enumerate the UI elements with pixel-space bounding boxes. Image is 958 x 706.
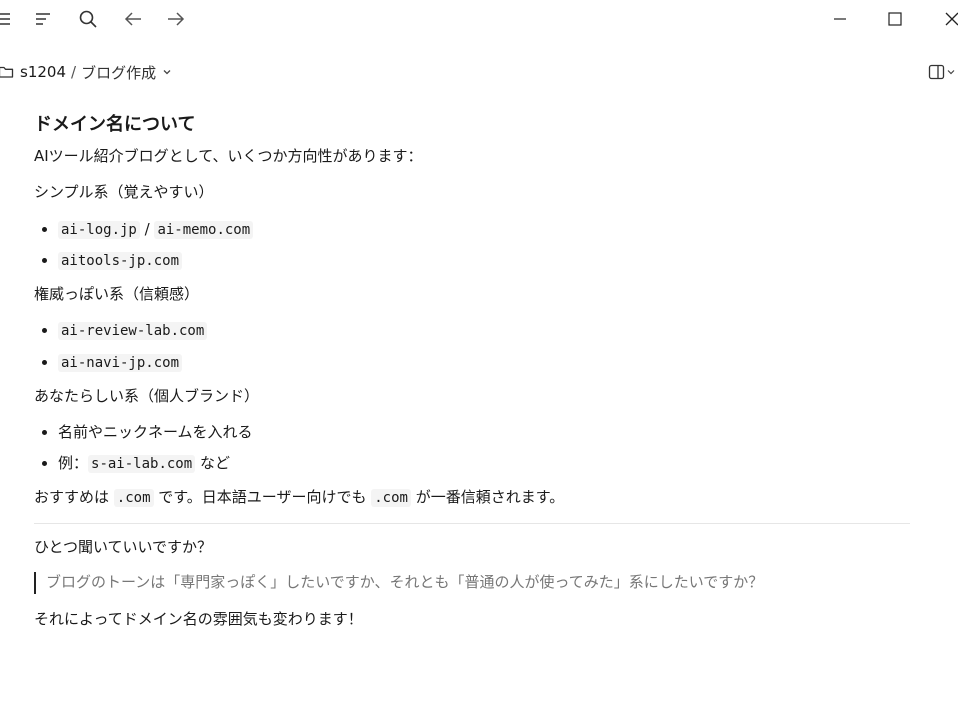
minimize-icon[interactable]: [827, 6, 853, 32]
domain-code: s-ai-lab.com: [88, 455, 196, 474]
maximize-icon[interactable]: [882, 6, 908, 32]
panel-toggle-icon: [928, 64, 946, 80]
domain-list-authority: ai-review-lab.com ai-navi-jp.com: [34, 319, 914, 374]
domain-code: ai-review-lab.com: [58, 322, 208, 341]
question-text: ひとつ聞いていいですか？: [34, 537, 213, 556]
arrow-right-icon[interactable]: [163, 6, 189, 32]
arrow-left-icon[interactable]: [120, 6, 146, 32]
sidebar-menu-icon[interactable]: [30, 6, 56, 32]
example-suffix: など: [195, 454, 230, 473]
breadcrumb-chat-title[interactable]: ブログ作成: [81, 62, 156, 83]
tld-code: .com: [371, 488, 411, 507]
title-bar: [0, 0, 958, 38]
list-item: 名前やニックネームを入れる: [58, 421, 914, 444]
recommendation-text: おすすめは .com です。日本語ユーザー向けでも .com が一番信頼されます…: [34, 486, 914, 510]
message-heading: ドメイン名について: [34, 114, 196, 135]
recommend-prefix: おすすめは: [34, 487, 114, 506]
list-item: ai-log.jp / ai-memo.com: [58, 218, 914, 242]
folder-icon: [0, 65, 14, 79]
domain-list-simple: ai-log.jp / ai-memo.com aitools-jp.com: [34, 218, 914, 273]
closing-text: それによってドメイン名の雰囲気も変わります！: [34, 609, 363, 628]
chevron-down-icon: [947, 68, 955, 76]
assistant-message: ドメイン名について AIツール紹介ブログとして、いくつか方向性があります： シン…: [34, 112, 914, 644]
section-title-authority: 権威っぽい系（信頼感）: [34, 285, 200, 304]
breadcrumb[interactable]: s1204 / ブログ作成: [0, 58, 172, 86]
list-item: ai-navi-jp.com: [58, 351, 914, 375]
example-prefix: 例：: [58, 454, 89, 473]
close-icon[interactable]: [939, 6, 958, 32]
list-item: ai-review-lab.com: [58, 319, 914, 343]
domain-code: ai-navi-jp.com: [58, 354, 183, 372]
section-title-simple: シンプル系（覚えやすい）: [34, 183, 214, 202]
domain-code: aitools-jp.com: [58, 252, 183, 271]
domain-code: ai-log.jp: [58, 220, 140, 239]
tld-code: .com: [113, 488, 154, 507]
panel-toggle-button[interactable]: [928, 62, 958, 82]
breadcrumb-separator: /: [71, 63, 77, 81]
recommend-suffix: が一番信頼されます。: [410, 487, 565, 506]
quote-block: ブログのトーンは「専門家っぽく」したいですか、それとも「普通の人が使ってみた」系…: [34, 571, 914, 594]
breadcrumb-project[interactable]: s1204: [20, 63, 66, 81]
message-intro: AIツール紹介ブログとして、いくつか方向性があります：: [34, 147, 423, 166]
search-icon[interactable]: [75, 6, 101, 32]
slash-separator: /: [139, 219, 155, 238]
recommend-middle: です。日本語ユーザー向けでも: [153, 487, 372, 506]
divider: [34, 522, 910, 524]
chevron-down-icon[interactable]: [162, 68, 172, 76]
domain-code: ai-memo.com: [154, 220, 254, 239]
list-item: 例：s-ai-lab.com など: [58, 452, 914, 476]
domain-list-personal: 名前やニックネームを入れる 例：s-ai-lab.com など: [34, 421, 914, 476]
list-item: aitools-jp.com: [58, 249, 914, 273]
section-title-personal: あなたらしい系（個人ブランド）: [34, 386, 260, 405]
hamburger-icon[interactable]: [0, 6, 16, 32]
